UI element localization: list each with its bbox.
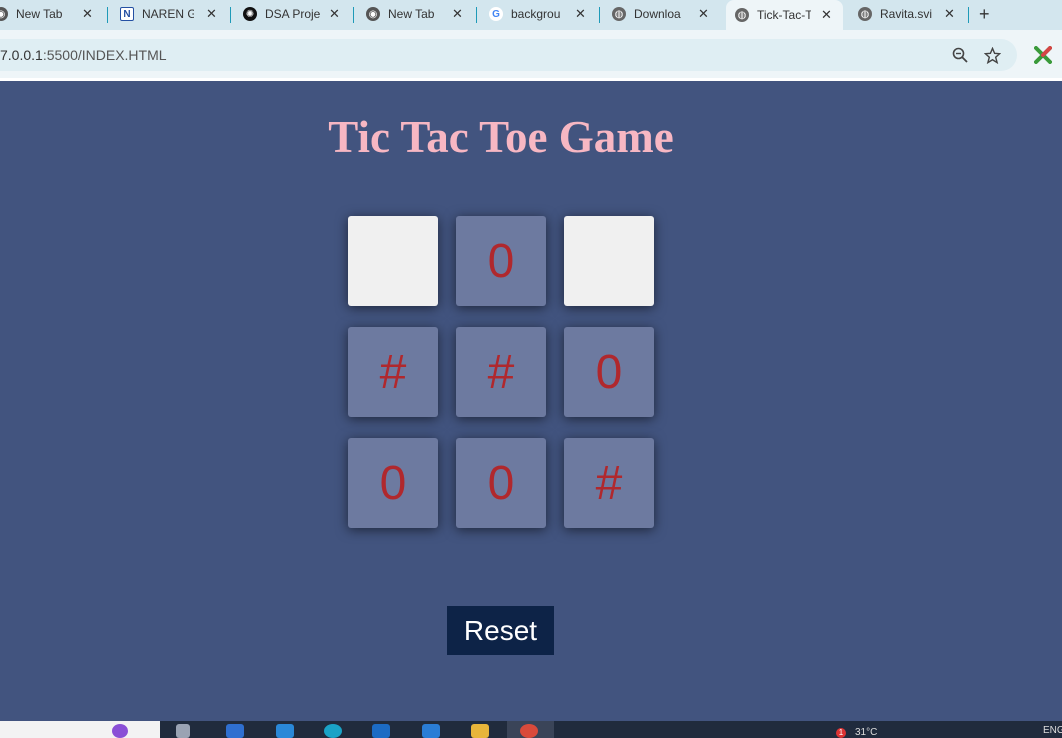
tab-title: New Tab (16, 7, 63, 21)
tab-naren[interactable]: N NAREN G ✕ (120, 0, 224, 28)
tab-strip: ◉ New Tab ✕ N NAREN G ✕ ✺ DSA Proje ✕ ◉ … (0, 0, 1062, 30)
os-taskbar: 1 31°C ENG (0, 721, 1062, 738)
globe-icon: ◍ (612, 7, 626, 21)
page-title: Tic Tac Toe Game (328, 112, 674, 162)
board-cell[interactable]: # (348, 327, 438, 417)
tab-new-tab-1[interactable]: ◉ New Tab ✕ (0, 0, 98, 28)
tab-title: New Tab (388, 7, 435, 21)
tab-download[interactable]: ◍ Downloa ✕ (612, 0, 716, 28)
tab-tick-tac-toe[interactable]: ◍ Tick-Tac-T ✕ (726, 0, 843, 30)
chrome-icon[interactable] (520, 724, 538, 738)
app-icon[interactable] (112, 724, 128, 738)
board-cell[interactable]: 0 (348, 438, 438, 528)
board-cell[interactable]: 0 (456, 216, 546, 306)
edge-icon[interactable] (226, 724, 244, 738)
address-url[interactable]: 7.0.0.1:5500/INDEX.HTML (0, 47, 167, 63)
board-cell[interactable]: # (564, 438, 654, 528)
tab-title: Tick-Tac-T (757, 8, 811, 22)
tab-new-tab-2[interactable]: ◉ New Tab ✕ (366, 0, 470, 28)
notion-icon: N (120, 7, 134, 21)
board-cell[interactable] (348, 216, 438, 306)
tab-separator (968, 7, 969, 23)
vscode-icon[interactable] (276, 724, 294, 738)
mail-icon[interactable] (372, 724, 390, 738)
chrome-icon: ◉ (0, 7, 8, 21)
chrome-icon: ◉ (366, 7, 380, 21)
tab-title: Downloa (634, 7, 681, 21)
tab-title: Ravita.svi (880, 7, 932, 21)
tab-separator (599, 7, 600, 23)
url-path: :5500/INDEX.HTML (42, 47, 167, 63)
close-icon[interactable]: ✕ (452, 6, 463, 22)
globe-icon: ◍ (858, 7, 872, 21)
close-icon[interactable]: ✕ (82, 6, 93, 22)
tab-title: NAREN G (142, 7, 194, 21)
board-cell[interactable]: 0 (456, 438, 546, 528)
tab-separator (107, 7, 108, 23)
app-icon[interactable] (324, 724, 342, 738)
close-icon[interactable]: ✕ (575, 6, 586, 22)
close-icon[interactable]: ✕ (206, 6, 217, 22)
zoom-out-icon[interactable] (952, 47, 968, 67)
tray-language: ENG (1043, 725, 1062, 736)
taskbar-search[interactable] (0, 721, 160, 738)
extension-icon[interactable] (1034, 46, 1052, 64)
game-page: Tic Tac Toe Game 0 # # 0 0 0 # Reset (0, 81, 1062, 721)
url-host: 7.0.0.1 (0, 47, 43, 63)
file-explorer-icon[interactable] (471, 724, 489, 738)
close-icon[interactable]: ✕ (821, 7, 832, 23)
board-cell[interactable]: 0 (564, 327, 654, 417)
tab-ravita[interactable]: ◍ Ravita.svi ✕ (858, 0, 962, 28)
new-tab-button[interactable]: + (979, 4, 990, 25)
tray-weather: 31°C (855, 727, 878, 738)
close-icon[interactable]: ✕ (698, 6, 709, 22)
board-cell[interactable]: # (456, 327, 546, 417)
browser-toolbar: 7.0.0.1:5500/INDEX.HTML (0, 30, 1062, 78)
globe-icon: ◍ (735, 8, 749, 22)
tab-background[interactable]: G backgrou ✕ (489, 0, 593, 28)
notification-badge: 1 (836, 728, 846, 738)
store-icon[interactable] (422, 724, 440, 738)
task-view-icon[interactable] (176, 724, 190, 738)
board-cell[interactable] (564, 216, 654, 306)
tab-title: DSA Proje (265, 7, 321, 21)
close-icon[interactable]: ✕ (329, 6, 340, 22)
bookmark-star-icon[interactable] (983, 46, 1002, 68)
tab-dsa-project[interactable]: ✺ DSA Proje ✕ (243, 0, 347, 28)
tab-separator (230, 7, 231, 23)
openai-icon: ✺ (243, 7, 257, 21)
reset-button[interactable]: Reset (447, 606, 554, 655)
tab-title: backgrou (511, 7, 561, 21)
google-icon: G (489, 7, 503, 21)
close-icon[interactable]: ✕ (944, 6, 955, 22)
tab-separator (476, 7, 477, 23)
tab-separator (353, 7, 354, 23)
